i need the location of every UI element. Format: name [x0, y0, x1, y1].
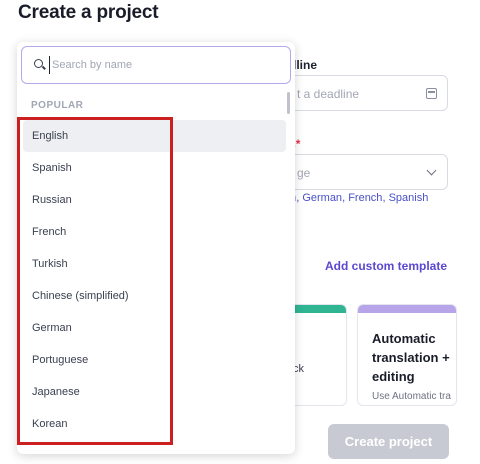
- required-marker: *: [295, 137, 301, 151]
- language-dropdown: POPULAR English Spanish Russian French T…: [17, 42, 295, 454]
- page-title: Create a project: [18, 2, 159, 23]
- language-option[interactable]: German: [23, 312, 286, 344]
- suggested-target-languages: sian, German, French, Spanish: [276, 192, 428, 204]
- suggested-language[interactable]: French: [348, 192, 382, 204]
- scrollbar[interactable]: [287, 92, 290, 114]
- language-option[interactable]: Turkish: [23, 248, 286, 280]
- suggested-language[interactable]: Spanish: [389, 192, 429, 204]
- calendar-icon[interactable]: [426, 88, 437, 99]
- suggested-language[interactable]: German: [302, 192, 342, 204]
- language-option[interactable]: Korean: [23, 408, 286, 440]
- card-description: Use Automatic tra: [372, 391, 451, 402]
- search-icon: [34, 59, 43, 68]
- add-custom-template-link[interactable]: Add custom template: [325, 259, 447, 273]
- deadline-placeholder: t a deadline: [297, 87, 360, 101]
- workflow-template-card[interactable]: Automatic translation + editing Use Auto…: [357, 304, 457, 406]
- target-languages-select[interactable]: ge: [276, 154, 448, 190]
- language-option[interactable]: Spanish: [23, 152, 286, 184]
- search-input[interactable]: [49, 56, 279, 74]
- language-option[interactable]: English: [23, 120, 286, 152]
- target-languages-placeholder: ge: [297, 166, 311, 180]
- language-option[interactable]: French: [23, 216, 286, 248]
- chevron-down-icon: [426, 165, 437, 176]
- create-project-button[interactable]: Create project: [328, 424, 449, 459]
- language-option[interactable]: Portuguese: [23, 344, 286, 376]
- group-heading-popular: POPULAR: [31, 100, 84, 111]
- language-option[interactable]: Russian: [23, 184, 286, 216]
- card-color-band: [358, 305, 456, 313]
- language-option[interactable]: Chinese (simplified): [23, 280, 286, 312]
- deadline-field[interactable]: t a deadline: [276, 75, 448, 111]
- language-option[interactable]: Japanese: [23, 376, 286, 408]
- search-box[interactable]: [21, 46, 291, 84]
- card-title: Automatic translation + editing: [372, 331, 450, 384]
